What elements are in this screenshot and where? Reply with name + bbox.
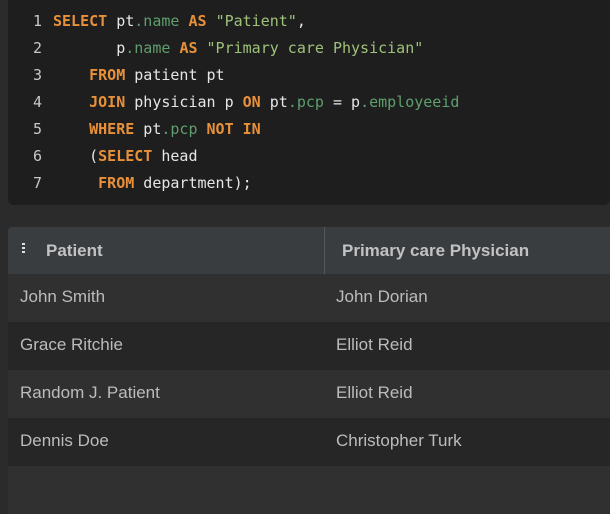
line-number: 1 — [32, 12, 42, 30]
sql-keyword: NOT — [206, 120, 234, 138]
sql-text: head — [152, 147, 198, 165]
sql-identifier: .name — [125, 39, 171, 57]
line-number: 5 — [32, 120, 42, 138]
column-header-patient[interactable]: Patient — [46, 227, 103, 274]
code-line[interactable]: 4 JOIN physician p ON pt.pcp = p.employe… — [8, 89, 459, 116]
sql-text: pt — [107, 12, 135, 30]
sql-keyword: AS — [188, 12, 207, 30]
sql-keyword: IN — [242, 120, 261, 138]
line-number: 3 — [32, 66, 42, 84]
table-header: Patient Primary care Physician — [8, 227, 610, 274]
code-line[interactable]: 3 FROM patient pt — [8, 62, 225, 89]
table-row[interactable]: Random J. Patient Elliot Reid — [8, 370, 610, 418]
sql-text: = p — [323, 93, 361, 111]
patient-cell: John Smith — [20, 287, 106, 306]
drag-handle-icon[interactable] — [22, 243, 25, 255]
results-table: Patient Primary care Physician John Smit… — [8, 227, 610, 514]
sql-text: department); — [134, 174, 252, 192]
table-row[interactable] — [8, 466, 610, 514]
sql-text: physician p — [125, 93, 243, 111]
sql-keyword: FROM — [89, 66, 126, 84]
sql-identifier: .pcp — [161, 120, 198, 138]
sql-keyword: WHERE — [89, 120, 135, 138]
patient-cell: Grace Ritchie — [20, 335, 123, 354]
sql-identifier: .name — [134, 12, 180, 30]
sql-text: pt — [260, 93, 288, 111]
table-row[interactable]: John Smith John Dorian — [8, 274, 610, 322]
code-line[interactable]: 1 SELECT pt.name AS "Patient", — [8, 8, 306, 35]
patient-cell: Random J. Patient — [20, 383, 160, 402]
sql-identifier: .pcp — [287, 93, 324, 111]
column-header-physician[interactable]: Primary care Physician — [342, 227, 529, 274]
sql-keyword: AS — [179, 39, 198, 57]
sql-keyword: ON — [242, 93, 261, 111]
sql-keyword: FROM — [98, 174, 135, 192]
sql-text: patient pt — [125, 66, 225, 84]
column-divider[interactable] — [324, 227, 325, 274]
physician-cell: Elliot Reid — [336, 335, 413, 354]
sql-string: "Primary care Physician" — [206, 39, 424, 57]
line-number: 2 — [32, 39, 42, 57]
line-number: 7 — [32, 174, 42, 192]
sql-identifier: .employeeid — [360, 93, 460, 111]
physician-cell: Elliot Reid — [336, 383, 413, 402]
patient-cell: Dennis Doe — [20, 431, 109, 450]
code-line[interactable]: 6 (SELECT head — [8, 143, 198, 170]
line-number: 4 — [32, 93, 42, 111]
physician-cell: John Dorian — [336, 287, 428, 306]
table-row[interactable]: Grace Ritchie Elliot Reid — [8, 322, 610, 370]
sql-keyword: SELECT — [98, 147, 153, 165]
sql-editor[interactable]: 1 SELECT pt.name AS "Patient", 2 p.name AS… — [8, 0, 610, 205]
sql-text: pt — [134, 120, 162, 138]
code-line[interactable]: 2 p.name AS "Primary care Physician" — [8, 35, 423, 62]
sql-keyword: JOIN — [89, 93, 126, 111]
table-row[interactable]: Dennis Doe Christopher Turk — [8, 418, 610, 466]
sql-keyword: SELECT — [53, 12, 108, 30]
line-number: 6 — [32, 147, 42, 165]
code-line[interactable]: 7 FROM department); — [8, 170, 252, 197]
sql-text: p — [53, 39, 126, 57]
physician-cell: Christopher Turk — [336, 431, 462, 450]
code-line[interactable]: 5 WHERE pt.pcp NOT IN — [8, 116, 261, 143]
sql-string: "Patient" — [215, 12, 297, 30]
sql-text: , — [296, 12, 306, 30]
sql-text: ( — [53, 147, 99, 165]
